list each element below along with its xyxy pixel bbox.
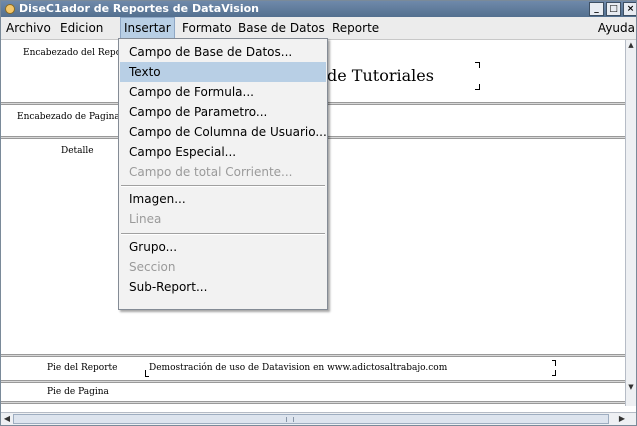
field-corner-bottom-right: [552, 370, 556, 376]
menu-item-campo-especial[interactable]: Campo Especial...: [120, 142, 326, 162]
band-separator[interactable]: [1, 354, 627, 357]
field-corner-bottom-right: [475, 84, 480, 90]
menu-archivo[interactable]: Archivo: [3, 17, 54, 39]
field-corner-bottom-left: [145, 370, 149, 377]
menu-formato[interactable]: Formato: [179, 17, 235, 39]
band-label-page-header[interactable]: Encabezado de Pagina: [17, 112, 120, 122]
report-footer-field[interactable]: Demostración de uso de Datavision en www…: [149, 363, 447, 373]
band-label-detail[interactable]: Detalle: [61, 146, 94, 156]
band-label-column: [1, 40, 137, 406]
menu-insertar[interactable]: Insertar: [120, 17, 175, 39]
report-title-field[interactable]: de Tutoriales: [327, 66, 434, 85]
field-corner-top-right: [475, 62, 480, 68]
close-button[interactable]: ×: [623, 2, 636, 16]
menu-item-campo-total-corriente: Campo de total Corriente...: [129, 165, 293, 179]
menu-edicion[interactable]: Edicion: [57, 17, 106, 39]
band-separator[interactable]: [1, 380, 627, 383]
menu-separator: [121, 185, 325, 187]
window-title: DiseC1ador de Reportes de DataVision: [19, 2, 259, 15]
title-bar[interactable]: DiseC1ador de Reportes de DataVision _ □…: [1, 1, 636, 17]
menu-item-imagen[interactable]: Imagen...: [120, 189, 326, 209]
menu-ayuda[interactable]: Ayuda: [595, 17, 636, 39]
scroll-down-icon[interactable]: ▼: [627, 382, 635, 392]
menu-item-campo-parametro[interactable]: Campo de Parametro...: [120, 102, 326, 122]
horizontal-scroll-thumb[interactable]: [13, 414, 609, 424]
maximize-button[interactable]: □: [606, 2, 621, 16]
menu-item-campo-formula[interactable]: Campo de Formula...: [120, 82, 326, 102]
menu-bar: Archivo Edicion Insertar Formato Base de…: [1, 17, 636, 40]
menu-item-texto[interactable]: Texto: [120, 62, 326, 82]
menu-base-de-datos[interactable]: Base de Datos: [235, 17, 328, 39]
scroll-right-icon[interactable]: ▶: [616, 413, 628, 425]
menu-reporte[interactable]: Reporte: [329, 17, 382, 39]
menu-item-seccion: Seccion: [129, 260, 176, 274]
menu-item-campo-columna-usuario[interactable]: Campo de Columna de Usuario...: [120, 122, 327, 142]
menu-item-campo-base-datos[interactable]: Campo de Base de Datos...: [120, 42, 326, 62]
scroll-left-icon[interactable]: ◀: [1, 413, 13, 425]
window-controls: _ □ ×: [587, 2, 636, 16]
menu-item-grupo[interactable]: Grupo...: [120, 237, 326, 257]
menu-separator: [121, 233, 325, 235]
menu-item-linea: Linea: [129, 212, 162, 226]
scroll-up-icon[interactable]: ▲: [627, 40, 635, 50]
band-label-report-footer[interactable]: Pie del Reporte: [47, 363, 117, 373]
designer-window: DiseC1ador de Reportes de DataVision _ □…: [0, 0, 637, 426]
app-icon: [5, 4, 15, 14]
horizontal-scrollbar[interactable]: ◀ ▶: [1, 412, 636, 425]
field-corner-top-right: [552, 360, 556, 366]
menu-item-sub-report[interactable]: Sub-Report...: [120, 277, 326, 297]
scroll-grip-icon: [286, 417, 294, 422]
band-label-page-footer[interactable]: Pie de Pagina: [47, 387, 109, 397]
insertar-dropdown-menu: Campo de Base de Datos... Texto Campo de…: [118, 38, 328, 310]
band-separator[interactable]: [1, 401, 627, 404]
vertical-scrollbar[interactable]: ▲ ▼: [625, 40, 636, 406]
minimize-button[interactable]: _: [589, 2, 604, 16]
